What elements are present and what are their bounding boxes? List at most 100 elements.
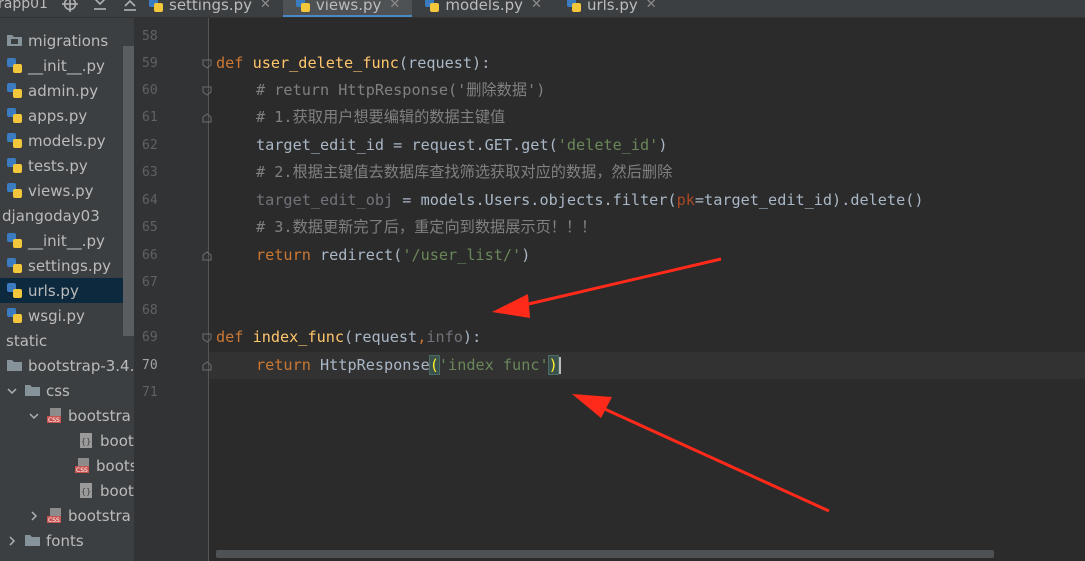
tab-label: settings.py xyxy=(169,0,252,14)
code-line-current: return HttpResponse('index func') xyxy=(256,352,561,379)
python-file-icon xyxy=(7,108,22,123)
svg-text:{}: {} xyxy=(81,437,91,446)
tree-item-tests[interactable]: tests.py xyxy=(0,153,134,178)
code-line: target_edit_id = request.GET.get('delete… xyxy=(256,132,668,159)
keyword: def xyxy=(216,54,244,72)
chevron-down-icon[interactable] xyxy=(28,410,40,422)
code-line: def index_func(request,info): xyxy=(216,324,481,351)
close-icon[interactable]: ✕ xyxy=(531,0,542,12)
tree-item-bootstrap-css[interactable]: CSS bootstra xyxy=(0,403,134,428)
fold-icon[interactable] xyxy=(202,361,212,371)
horizontal-scrollbar[interactable] xyxy=(216,550,994,558)
css-map-icon: {} xyxy=(80,483,92,498)
line-number: 61 xyxy=(142,110,158,125)
python-file-icon xyxy=(425,0,440,12)
line-number-current: 70 xyxy=(142,358,158,373)
python-file-icon xyxy=(566,0,581,12)
code-text: target_edit_id = request.GET.get( xyxy=(256,136,558,154)
close-icon[interactable]: ✕ xyxy=(389,0,400,12)
project-tree: migrations __init__.py admin.py apps.py … xyxy=(0,18,134,561)
tab-label: urls.py xyxy=(586,0,638,14)
tab-views[interactable]: views.py ✕ xyxy=(282,0,413,17)
line-number: 64 xyxy=(142,193,158,208)
folder-icon xyxy=(7,35,22,46)
keyword: return xyxy=(256,246,311,264)
line-number: 67 xyxy=(142,275,158,290)
line-number: 58 xyxy=(142,29,158,44)
function-name: user_delete_func xyxy=(252,54,399,72)
string: '/user_list/' xyxy=(402,246,522,264)
tree-item-boots-map[interactable]: {} boots xyxy=(0,478,134,503)
tree-item-fonts[interactable]: fonts xyxy=(0,528,134,553)
locate-icon[interactable] xyxy=(61,0,78,12)
tree-item-settings[interactable]: settings.py xyxy=(0,253,134,278)
fold-icon[interactable] xyxy=(202,333,212,343)
svg-text:CSS: CSS xyxy=(48,517,60,524)
tree-item-boots-map[interactable]: {} boots xyxy=(0,428,134,453)
fold-icon[interactable] xyxy=(202,251,212,261)
code-editor[interactable]: 58 59 60 61 62 63 64 65 66 67 68 69 70 7… xyxy=(134,18,1085,561)
tab-label: models.py xyxy=(445,0,524,14)
chevron-down-icon[interactable] xyxy=(6,385,18,397)
tree-item-init[interactable]: __init__.py xyxy=(0,228,134,253)
tree-item-label: migrations xyxy=(28,31,109,50)
css-file-icon: CSS xyxy=(47,508,61,524)
editor-tabs: settings.py ✕ views.py ✕ models.py ✕ url… xyxy=(136,0,669,17)
matched-paren: ) xyxy=(547,355,559,375)
chevron-right-icon[interactable] xyxy=(6,535,18,547)
line-number: 68 xyxy=(142,303,158,318)
code-line: target_edit_obj = models.Users.objects.f… xyxy=(256,187,924,214)
sidebar-scrollbar[interactable] xyxy=(123,46,134,336)
tab-models[interactable]: models.py ✕ xyxy=(412,0,554,17)
code-text: HttpResponse xyxy=(310,356,430,374)
code-text: ) xyxy=(521,246,531,264)
css-file-icon: CSS xyxy=(75,458,89,474)
chevron-right-icon[interactable] xyxy=(28,510,40,522)
comment: # return HttpResponse('删除数据') xyxy=(256,81,546,99)
tree-item-label: bootstra xyxy=(68,506,131,525)
close-icon[interactable]: ✕ xyxy=(260,0,271,12)
keyword: return xyxy=(256,356,311,374)
tree-item-urls[interactable]: urls.py xyxy=(0,278,134,303)
line-number: 66 xyxy=(142,248,158,263)
tree-item-djangoday03[interactable]: djangoday03 xyxy=(0,203,134,228)
tree-item-label: __init__.py xyxy=(28,231,105,250)
tree-item-css[interactable]: css xyxy=(0,378,134,403)
line-number: 71 xyxy=(142,385,158,400)
line-number: 63 xyxy=(142,165,158,180)
tree-item-admin[interactable]: admin.py xyxy=(0,78,134,103)
unused-parameter: info xyxy=(426,328,463,346)
tree-item-init[interactable]: __init__.py xyxy=(0,53,134,78)
tree-item-bootstrap-css-2[interactable]: CSS bootstra xyxy=(0,503,134,528)
tree-item-views[interactable]: views.py xyxy=(0,178,134,203)
close-icon[interactable]: ✕ xyxy=(646,0,657,12)
tree-item-boots-css[interactable]: CSS boots xyxy=(0,453,134,478)
tree-item-wsgi[interactable]: wsgi.py xyxy=(0,303,134,328)
tree-item-migrations[interactable]: migrations xyxy=(0,28,134,53)
unused-variable: target_edit_obj xyxy=(256,191,394,209)
expand-all-icon[interactable] xyxy=(92,0,108,12)
fold-icon[interactable] xyxy=(202,86,212,96)
fold-icon[interactable] xyxy=(202,59,212,69)
tree-item-label: css xyxy=(46,381,70,400)
function-name: index_func xyxy=(252,328,345,346)
tree-item-label: boots xyxy=(100,481,134,500)
tree-item-label: bootstra xyxy=(68,406,131,425)
fold-icon[interactable] xyxy=(202,113,212,123)
keyword: def xyxy=(216,328,244,346)
tab-urls[interactable]: urls.py ✕ xyxy=(554,0,669,17)
tree-item-label: tests.py xyxy=(28,156,88,175)
css-map-icon: {} xyxy=(80,433,92,448)
tree-item-apps[interactable]: apps.py xyxy=(0,103,134,128)
tree-item-bootstrap[interactable]: bootstrap-3.4. xyxy=(0,353,134,378)
code-text: ) xyxy=(658,136,668,154)
tree-item-models[interactable]: models.py xyxy=(0,128,134,153)
tree-item-label: bootstrap-3.4. xyxy=(28,356,134,375)
svg-text:{}: {} xyxy=(81,487,91,496)
project-root-label[interactable]: rapp01 xyxy=(0,0,48,12)
tree-item-static[interactable]: static xyxy=(0,328,134,353)
python-file-icon xyxy=(7,158,22,173)
tab-label: views.py xyxy=(315,0,382,14)
tab-settings[interactable]: settings.py ✕ xyxy=(136,0,283,17)
python-file-icon xyxy=(149,0,163,12)
